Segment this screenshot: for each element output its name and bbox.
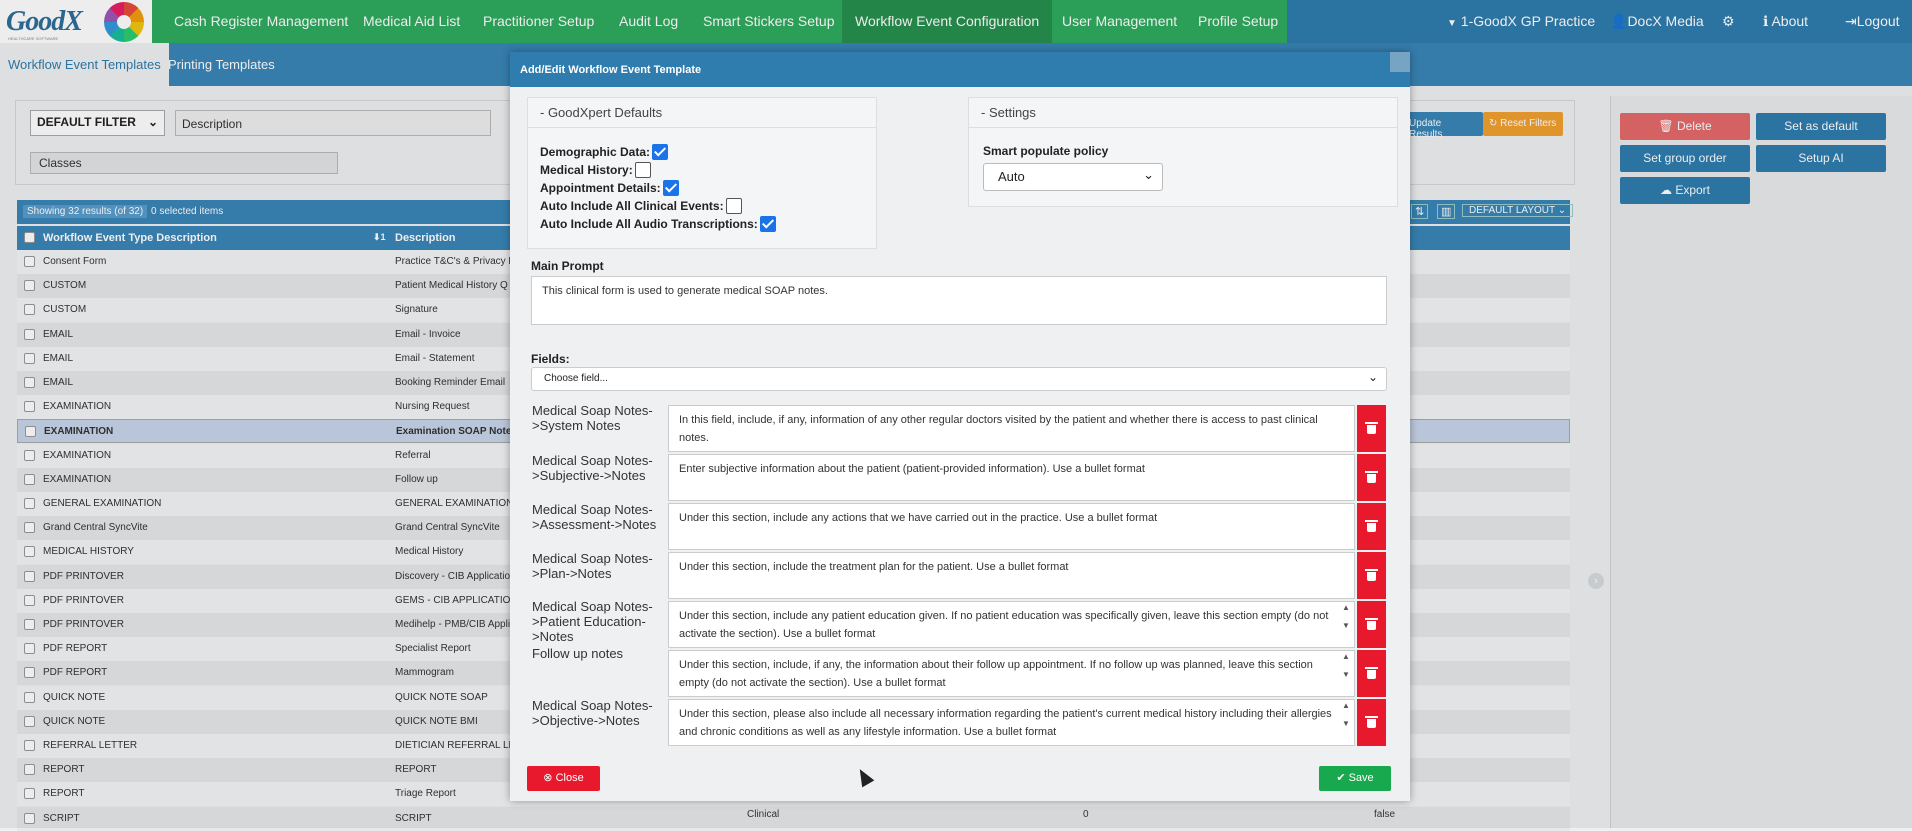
trash-icon (1365, 520, 1378, 532)
modal-body: - GoodXpert Defaults Demographic Data: M… (510, 87, 1410, 801)
close-label: Close (555, 772, 584, 784)
workflow-template-modal: Add/Edit Workflow Event Template - GoodX… (510, 52, 1410, 801)
defaults-heading: - GoodXpert Defaults (528, 98, 876, 128)
field-textarea-subjective[interactable]: Enter subjective information about the p… (668, 454, 1355, 501)
chevron-down-icon: ⌄ (1367, 370, 1378, 384)
field-textarea-follow-up[interactable]: Under this section, include, if any, the… (668, 650, 1355, 697)
medical-history-checkbox[interactable] (634, 162, 651, 178)
trash-icon (1365, 618, 1378, 630)
clinical-events-label: Auto Include All Clinical Events: (540, 199, 724, 213)
field-label-plan: Medical Soap Notes->Plan->Notes (532, 551, 653, 581)
check-circle-icon: ✔ (1336, 772, 1346, 784)
trash-icon (1365, 422, 1378, 434)
settings-box: - Settings Smart populate policy Auto ⌄ (968, 97, 1398, 207)
fields-label: Fields: (531, 352, 570, 366)
delete-field-system-notes[interactable] (1357, 405, 1386, 452)
delete-field-objective[interactable] (1357, 699, 1386, 746)
field-label-objective: Medical Soap Notes->Objective->Notes (532, 698, 653, 728)
last-row-count: 0 (1083, 809, 1089, 820)
demographic-data-checkbox[interactable] (652, 144, 669, 160)
delete-field-follow-up[interactable] (1357, 650, 1386, 697)
main-prompt-label: Main Prompt (531, 259, 604, 273)
last-row-category: Clinical (747, 809, 780, 820)
audio-transcriptions-label: Auto Include All Audio Transcriptions: (540, 217, 758, 231)
modal-close-icon[interactable] (1390, 52, 1410, 72)
field-label-assessment: Medical Soap Notes->Assessment->Notes (532, 502, 657, 532)
goodxpert-defaults-box: - GoodXpert Defaults Demographic Data: M… (527, 97, 877, 249)
delete-field-patient-education[interactable] (1357, 601, 1386, 648)
audio-transcriptions-checkbox[interactable] (759, 216, 776, 232)
clinical-events-checkbox[interactable] (725, 198, 742, 214)
appointment-details-checkbox[interactable] (662, 180, 679, 196)
clinical-events-row: Auto Include All Clinical Events: (540, 198, 742, 214)
delete-field-plan[interactable] (1357, 552, 1386, 599)
trash-icon (1365, 569, 1378, 581)
delete-field-subjective[interactable] (1357, 454, 1386, 501)
field-label-subjective: Medical Soap Notes->Subjective->Notes (532, 453, 653, 483)
medical-history-row: Medical History: (540, 162, 651, 178)
appointment-details-label: Appointment Details: (540, 181, 661, 195)
field-textarea-plan[interactable]: Under this section, include the treatmen… (668, 552, 1355, 599)
smart-populate-label: Smart populate policy (983, 144, 1109, 158)
choose-field-select[interactable]: Choose field... ⌄ (531, 367, 1387, 391)
last-row-flag: false (1374, 809, 1396, 820)
field-textarea-objective[interactable]: Under this section, please also include … (668, 699, 1355, 746)
close-circle-icon: ⊗ (543, 772, 553, 784)
field-label-follow-up: Follow up notes (532, 646, 624, 661)
close-button[interactable]: ⊗ Close (527, 766, 600, 791)
field-textarea-system-notes[interactable]: In this field, include, if any, informat… (668, 405, 1355, 452)
trash-icon (1365, 471, 1378, 483)
trash-icon (1365, 667, 1378, 679)
field-label-system-notes: Medical Soap Notes->System Notes (532, 403, 653, 433)
audio-transcriptions-row: Auto Include All Audio Transcriptions: (540, 216, 776, 232)
field-textarea-assessment[interactable]: Under this section, include any actions … (668, 503, 1355, 550)
modal-title: Add/Edit Workflow Event Template (510, 52, 1410, 87)
chevron-down-icon: ⌄ (1143, 167, 1154, 182)
smart-populate-value: Auto (998, 169, 1025, 184)
trash-icon (1365, 716, 1378, 728)
choose-field-placeholder: Choose field... (544, 373, 608, 384)
main-prompt-textarea[interactable]: This clinical form is used to generate m… (531, 276, 1387, 325)
delete-field-assessment[interactable] (1357, 503, 1386, 550)
smart-populate-select[interactable]: Auto ⌄ (983, 163, 1163, 191)
medical-history-label: Medical History: (540, 163, 633, 177)
save-label: Save (1348, 772, 1374, 784)
field-textarea-patient-education[interactable]: Under this section, include any patient … (668, 601, 1355, 648)
demographic-data-label: Demographic Data: (540, 145, 651, 159)
demographic-data-row: Demographic Data: (540, 144, 669, 160)
save-button[interactable]: ✔ Save (1319, 766, 1391, 791)
settings-heading: - Settings (969, 98, 1397, 128)
field-label-patient-education: Medical Soap Notes->Patient Education->N… (532, 599, 653, 644)
appointment-details-row: Appointment Details: (540, 180, 679, 196)
